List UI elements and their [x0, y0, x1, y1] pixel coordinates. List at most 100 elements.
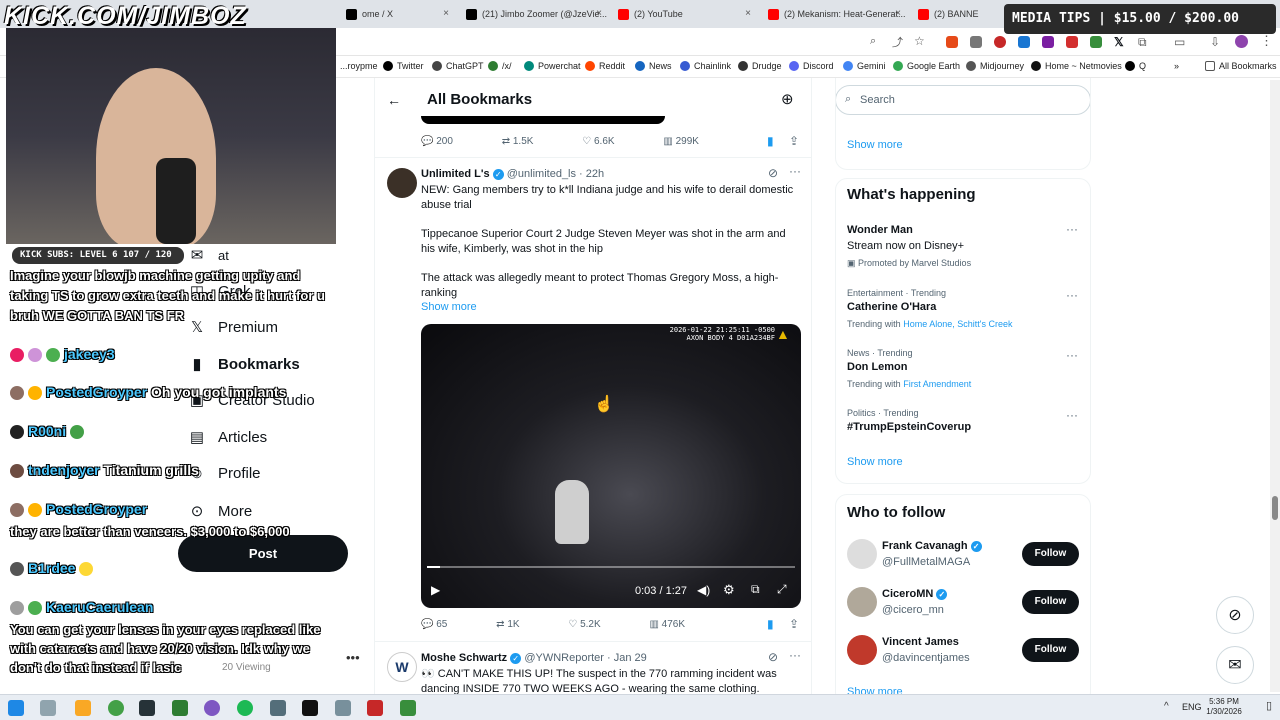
- back-arrow-icon[interactable]: ←: [387, 92, 401, 108]
- nav-item-bookmarks[interactable]: ▮ Bookmarks: [188, 355, 300, 373]
- bookmark-add-icon[interactable]: ⊕: [781, 90, 794, 108]
- nav-item-articles[interactable]: ▤ Articles: [188, 428, 267, 446]
- task-view-icon[interactable]: [40, 700, 56, 716]
- tab-jimbo[interactable]: (21) Jimbo Zoomer (@JzeVie... ×: [460, 4, 608, 26]
- play-icon[interactable]: ▶: [431, 583, 440, 597]
- extension-icon[interactable]: [946, 36, 958, 48]
- tab-banned[interactable]: (2) BANNE: [912, 4, 1002, 26]
- more-options-icon[interactable]: ···: [1066, 348, 1078, 362]
- tray-chevron-icon[interactable]: ^: [1164, 701, 1169, 712]
- follow-button[interactable]: Follow: [1022, 542, 1079, 566]
- avatar[interactable]: [847, 587, 877, 617]
- more-options-icon[interactable]: ···: [789, 648, 801, 662]
- file-explorer-icon[interactable]: [75, 700, 91, 716]
- close-icon[interactable]: ×: [596, 8, 602, 19]
- app-icon[interactable]: [204, 700, 220, 716]
- bookmark-item[interactable]: Midjourney: [966, 61, 1024, 71]
- more-options-icon[interactable]: ···: [1066, 408, 1078, 422]
- nav-item-chat[interactable]: ✉ at: [188, 246, 229, 264]
- chrome-icon[interactable]: [108, 700, 124, 716]
- share-icon[interactable]: ⇪: [789, 134, 799, 148]
- clock[interactable]: 5:36 PM 1/30/2026: [1204, 697, 1244, 717]
- like-button[interactable]: ♡ 5.2K: [568, 619, 600, 630]
- like-button[interactable]: ♡ 6.6K: [582, 136, 614, 147]
- notification-icon[interactable]: ▯: [1266, 699, 1272, 712]
- avatar[interactable]: [847, 539, 877, 569]
- close-icon[interactable]: ×: [745, 8, 751, 19]
- show-more-link[interactable]: Show more: [847, 456, 903, 468]
- bookmark-item[interactable]: Home ~ Netmovies: [1031, 61, 1122, 71]
- close-icon[interactable]: ×: [895, 8, 901, 19]
- extension-icon[interactable]: [1066, 36, 1078, 48]
- bookmark-item[interactable]: Twitter: [383, 61, 424, 71]
- author-name[interactable]: Moshe Schwartz: [421, 652, 507, 664]
- trend-title[interactable]: Don Lemon: [847, 361, 908, 373]
- tab-youtube[interactable]: (2) YouTube ×: [612, 4, 757, 26]
- picture-in-picture-icon[interactable]: ⧉: [751, 582, 760, 597]
- trend-title[interactable]: Catherine O'Hara: [847, 301, 936, 313]
- bookmark-item[interactable]: /x/: [488, 61, 512, 71]
- bookmark-item[interactable]: Google Earth: [893, 61, 960, 71]
- bookmark-item[interactable]: ChatGPT: [432, 61, 484, 71]
- more-options-icon[interactable]: ···: [789, 164, 801, 178]
- follow-name[interactable]: CiceroMN ✓: [882, 588, 948, 600]
- all-bookmarks-folder[interactable]: All Bookmarks: [1205, 61, 1277, 71]
- language-indicator[interactable]: ENG: [1182, 702, 1202, 712]
- app-icon[interactable]: [172, 700, 188, 716]
- grok-icon[interactable]: ⊘: [768, 166, 778, 180]
- app-icon[interactable]: [270, 700, 286, 716]
- nav-item-more[interactable]: ⊙ More: [188, 502, 252, 520]
- avatar[interactable]: W: [387, 652, 417, 682]
- extension-icon[interactable]: [970, 36, 982, 48]
- spotify-icon[interactable]: [237, 700, 253, 716]
- extension-icon[interactable]: [1042, 36, 1054, 48]
- trend-title[interactable]: #TrumpEpsteinCoverup: [847, 421, 971, 433]
- extension-icon[interactable]: [1090, 36, 1102, 48]
- extension-icon[interactable]: [994, 36, 1006, 48]
- more-options-icon[interactable]: ···: [1066, 288, 1078, 302]
- bookmark-item[interactable]: Gemini: [843, 61, 886, 71]
- trend-title[interactable]: Wonder Man: [847, 224, 913, 236]
- show-more-link[interactable]: Show more: [421, 300, 801, 315]
- follow-button[interactable]: Follow: [1022, 590, 1079, 614]
- bookmarked-icon[interactable]: ▮: [767, 617, 774, 631]
- account-menu-icon[interactable]: •••: [346, 650, 360, 665]
- bookmark-item[interactable]: Q: [1125, 61, 1146, 71]
- share-icon[interactable]: ⤴: [892, 34, 903, 50]
- grok-icon[interactable]: ⊘: [1216, 596, 1254, 634]
- show-more-link[interactable]: Show more: [847, 686, 903, 694]
- tab-mekanism[interactable]: (2) Mekanism: Heat-Generat... ×: [762, 4, 907, 26]
- app-icon[interactable]: [335, 700, 351, 716]
- x-logo-icon[interactable]: 𝕏: [1114, 35, 1124, 49]
- avatar[interactable]: [847, 635, 877, 665]
- reply-button[interactable]: 💬 200: [421, 136, 453, 147]
- app-icon[interactable]: [367, 700, 383, 716]
- star-icon[interactable]: ☆: [914, 34, 925, 48]
- start-windows-icon[interactable]: [8, 700, 24, 716]
- bookmark-item[interactable]: ...roypme: [340, 61, 378, 71]
- chevron-right-icon[interactable]: »: [1174, 61, 1179, 71]
- messages-icon[interactable]: ✉: [1216, 646, 1254, 684]
- scrollbar[interactable]: [1270, 80, 1280, 692]
- profile-avatar[interactable]: [1235, 35, 1248, 48]
- settings-gear-icon[interactable]: ⚙: [723, 582, 735, 598]
- app-icon[interactable]: [400, 700, 416, 716]
- bookmark-item[interactable]: Powerchat: [524, 61, 581, 71]
- steam-icon[interactable]: [139, 700, 155, 716]
- bookmark-item[interactable]: Drudge: [738, 61, 782, 71]
- reply-button[interactable]: 💬 65: [421, 619, 447, 630]
- app-icon[interactable]: [302, 700, 318, 716]
- retweet-button[interactable]: ⇄ 1.5K: [502, 136, 534, 147]
- fullscreen-icon[interactable]: ⤢: [777, 582, 787, 597]
- show-more-link[interactable]: Show more: [847, 139, 903, 151]
- bookmark-item[interactable]: Chainlink: [680, 61, 731, 71]
- follow-name[interactable]: Vincent James: [882, 636, 959, 648]
- video-progress-track[interactable]: [427, 566, 795, 568]
- video-player[interactable]: 2026-01-22 21:25:11 -0500 AXON BODY 4 D01…: [421, 324, 801, 608]
- bookmarked-icon[interactable]: ▮: [767, 134, 774, 148]
- volume-icon[interactable]: ◀): [697, 583, 710, 597]
- zoom-icon[interactable]: ⌕: [870, 35, 876, 48]
- grok-icon[interactable]: ⊘: [768, 650, 778, 664]
- follow-button[interactable]: Follow: [1022, 638, 1079, 662]
- sidebar-icon[interactable]: ▭: [1174, 35, 1185, 49]
